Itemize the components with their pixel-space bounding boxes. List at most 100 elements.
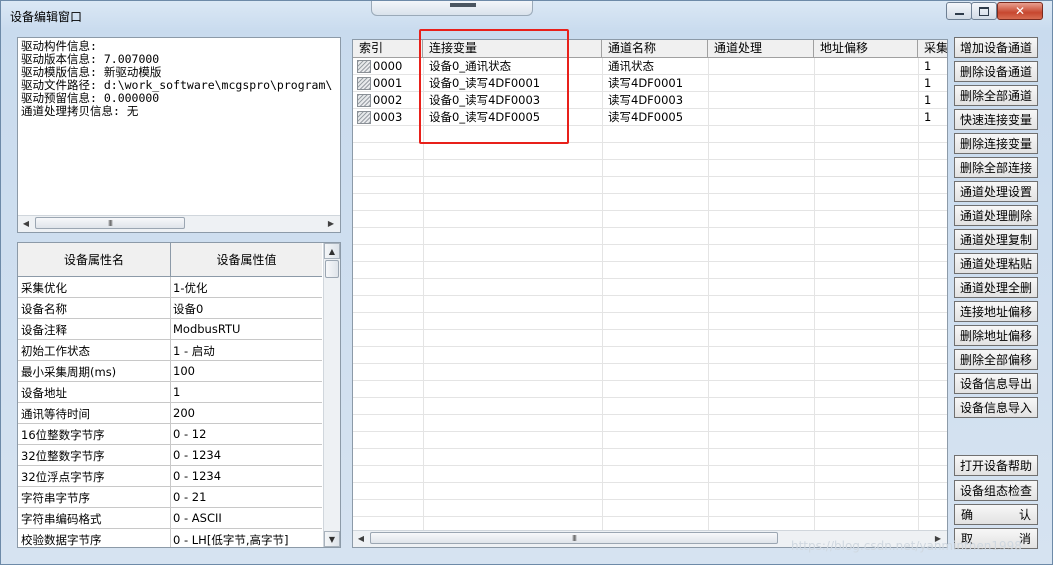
- property-value[interactable]: 0 - ASCII: [173, 511, 222, 525]
- property-value[interactable]: 100: [173, 364, 195, 378]
- close-button[interactable]: ✕: [997, 2, 1043, 20]
- property-name: 32位整数字节序: [21, 449, 105, 463]
- property-value[interactable]: 1: [173, 385, 180, 399]
- property-name: 16位整数字节序: [21, 428, 105, 442]
- scroll-thumb[interactable]: III: [35, 217, 185, 229]
- ok-label-left: 确: [961, 508, 974, 522]
- cell-index: 0000: [373, 59, 403, 73]
- delete-all-connections-button[interactable]: 删除全部连接: [954, 157, 1038, 178]
- property-value[interactable]: 0 - 12: [173, 427, 206, 441]
- open-device-help-button[interactable]: 打开设备帮助: [954, 455, 1038, 476]
- row-selector-icon[interactable]: [357, 111, 371, 124]
- minimize-icon: [954, 13, 964, 15]
- window-title: 设备编辑窗口: [10, 10, 83, 24]
- column-header-process[interactable]: 通道处理: [708, 40, 814, 57]
- cell-collect: 1: [924, 76, 932, 90]
- property-name: 采集优化: [21, 281, 67, 295]
- property-row[interactable]: 字符串编码格式 0 - ASCII: [18, 508, 322, 529]
- cell-collect: 1: [924, 93, 932, 107]
- property-value[interactable]: 0 - 1234: [173, 448, 221, 462]
- property-row[interactable]: 设备名称 设备0: [18, 298, 322, 319]
- channel-process-delete-all-button[interactable]: 通道处理全删: [954, 277, 1038, 298]
- column-header-offset[interactable]: 地址偏移: [814, 40, 918, 57]
- channel-process-settings-button[interactable]: 通道处理设置: [954, 181, 1038, 202]
- cell-collect: 1: [924, 59, 932, 73]
- device-edit-window: 设备编辑窗口 ✕ 驱动构件信息: 驱动版本信息: 7.007000 驱动模版信息…: [0, 0, 1053, 565]
- column-header-collect[interactable]: 采集: [918, 40, 947, 57]
- info-horizontal-scrollbar[interactable]: ◀ III ▶: [18, 215, 340, 232]
- watermark-text: https://blog.csdn.net/yanminthen1998: [791, 539, 1022, 553]
- background-window-fragment: [371, 1, 533, 16]
- property-row[interactable]: 字符串字节序 0 - 21: [18, 487, 322, 508]
- scroll-right-icon[interactable]: ▶: [323, 216, 339, 231]
- scroll-left-icon[interactable]: ◀: [353, 531, 369, 546]
- property-row[interactable]: 初始工作状态 1 - 启动: [18, 340, 322, 361]
- property-row[interactable]: 校验数据字节序 0 - LH[低字节,高字节]: [18, 529, 322, 547]
- device-properties-panel: 设备属性名 设备属性值 采集优化 1-优化 设备名称 设备0 设备注释 ModbusRTU…: [17, 242, 341, 548]
- properties-vertical-scrollbar[interactable]: ▲ ▼: [323, 243, 340, 547]
- ok-button[interactable]: 确 认: [954, 504, 1038, 525]
- property-value[interactable]: 设备0: [173, 301, 203, 317]
- property-value[interactable]: ModbusRTU: [173, 322, 240, 336]
- import-device-info-button[interactable]: 设备信息导入: [954, 397, 1038, 418]
- cell-channel: 读写4DF0005: [608, 110, 684, 124]
- property-row[interactable]: 设备注释 ModbusRTU: [18, 319, 322, 340]
- delete-address-offset-button[interactable]: 删除地址偏移: [954, 325, 1038, 346]
- channel-process-copy-button[interactable]: 通道处理复制: [954, 229, 1038, 250]
- title-bar: 设备编辑窗口 ✕: [1, 1, 1052, 31]
- minimize-button[interactable]: [946, 2, 972, 20]
- delete-channel-button[interactable]: 删除设备通道: [954, 61, 1038, 82]
- maximize-button[interactable]: [971, 2, 997, 20]
- quick-connect-variable-button[interactable]: 快速连接变量: [954, 109, 1038, 130]
- property-value[interactable]: 1-优化: [173, 280, 207, 296]
- driver-info-panel: 驱动构件信息: 驱动版本信息: 7.007000 驱动模版信息: 新驱动模版 驱…: [17, 37, 341, 233]
- connect-address-offset-button[interactable]: 连接地址偏移: [954, 301, 1038, 322]
- cell-collect: 1: [924, 110, 932, 124]
- property-row[interactable]: 32位浮点字节序 0 - 1234: [18, 466, 322, 487]
- property-name: 设备注释: [21, 323, 67, 337]
- scroll-up-icon[interactable]: ▲: [324, 243, 340, 259]
- channel-process-paste-button[interactable]: 通道处理粘贴: [954, 253, 1038, 274]
- property-name: 32位浮点字节序: [21, 470, 105, 484]
- property-value[interactable]: 0 - 21: [173, 490, 206, 504]
- property-row[interactable]: 32位整数字节序 0 - 1234: [18, 445, 322, 466]
- column-header-index[interactable]: 索引: [353, 40, 423, 57]
- property-row[interactable]: 16位整数字节序 0 - 12: [18, 424, 322, 445]
- cell-index: 0002: [373, 93, 403, 107]
- device-config-check-button[interactable]: 设备组态检查: [954, 480, 1038, 501]
- prop-header-name: 设备属性名: [18, 243, 170, 277]
- add-channel-button[interactable]: 增加设备通道: [954, 37, 1038, 58]
- delete-connect-variable-button[interactable]: 删除连接变量: [954, 133, 1038, 154]
- cell-index: 0001: [373, 76, 403, 90]
- property-value[interactable]: 0 - LH[低字节,高字节]: [173, 532, 288, 547]
- property-name: 字符串字节序: [21, 491, 90, 505]
- scroll-thumb[interactable]: III: [370, 532, 778, 544]
- property-name: 通讯等待时间: [21, 407, 90, 421]
- maximize-icon: [979, 6, 989, 16]
- export-device-info-button[interactable]: 设备信息导出: [954, 373, 1038, 394]
- scroll-down-icon[interactable]: ▼: [324, 531, 340, 547]
- close-icon: ✕: [1014, 4, 1026, 18]
- property-row[interactable]: 设备地址 1: [18, 382, 322, 403]
- property-row[interactable]: 通讯等待时间 200: [18, 403, 322, 424]
- scroll-left-icon[interactable]: ◀: [18, 216, 34, 231]
- property-name: 初始工作状态: [21, 344, 90, 358]
- row-selector-icon[interactable]: [357, 77, 371, 90]
- cell-channel: 通讯状态: [608, 59, 654, 73]
- column-header-channel[interactable]: 通道名称: [602, 40, 708, 57]
- scroll-thumb[interactable]: [325, 260, 339, 278]
- row-selector-icon[interactable]: [357, 94, 371, 107]
- property-value[interactable]: 1 - 启动: [173, 343, 215, 359]
- ok-label-right: 认: [1018, 508, 1031, 522]
- property-value[interactable]: 200: [173, 406, 195, 420]
- delete-all-channels-button[interactable]: 删除全部通道: [954, 85, 1038, 106]
- property-row[interactable]: 采集优化 1-优化: [18, 277, 322, 298]
- row-selector-icon[interactable]: [357, 60, 371, 73]
- property-row[interactable]: 最小采集周期(ms) 100: [18, 361, 322, 382]
- delete-all-offsets-button[interactable]: 删除全部偏移: [954, 349, 1038, 370]
- cell-channel: 读写4DF0003: [608, 93, 684, 107]
- property-value[interactable]: 0 - 1234: [173, 469, 221, 483]
- property-name: 设备名称: [21, 302, 67, 316]
- property-name: 校验数据字节序: [21, 533, 102, 547]
- channel-process-delete-button[interactable]: 通道处理删除: [954, 205, 1038, 226]
